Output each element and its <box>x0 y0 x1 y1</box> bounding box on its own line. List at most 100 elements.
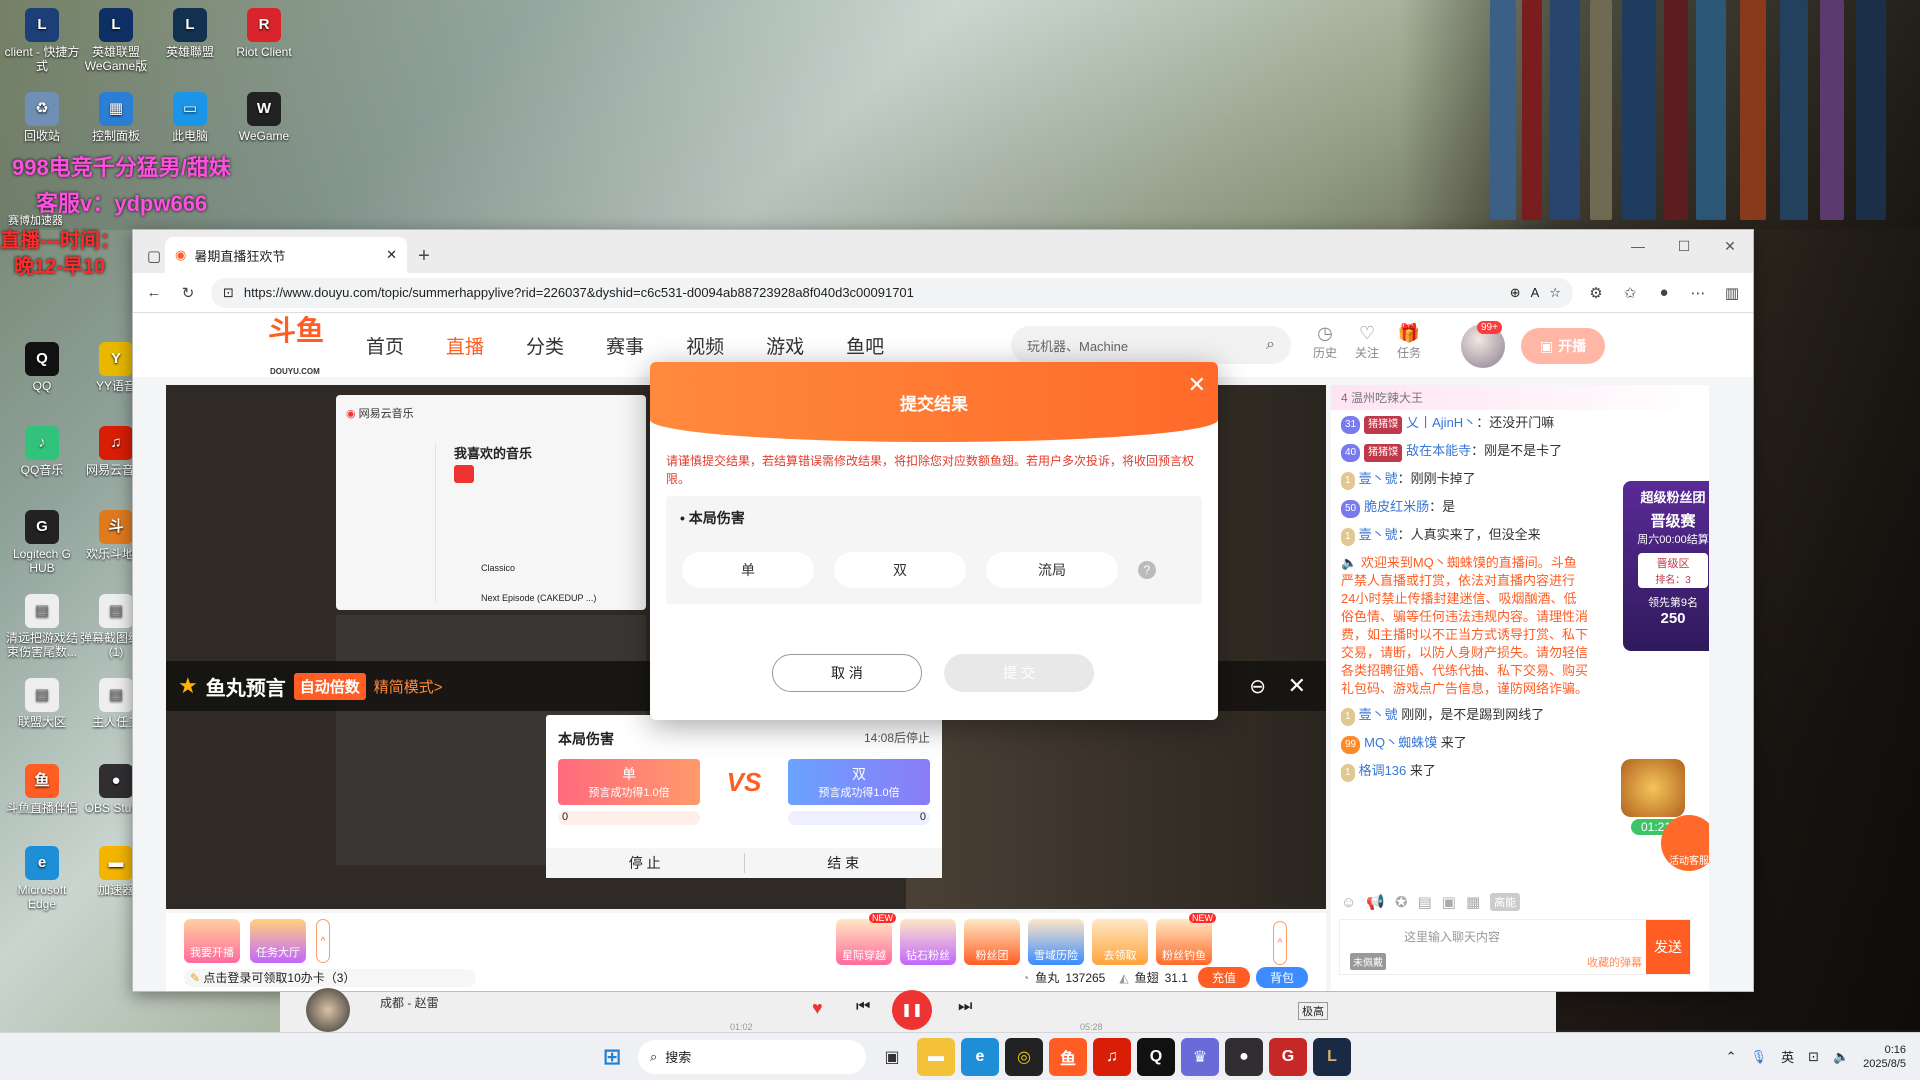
option-odd-button[interactable]: 单 预言成功得1.0倍 <box>558 759 700 805</box>
favorite-star-icon[interactable]: ☆ <box>1549 285 1561 301</box>
option-even-button[interactable]: 双 预言成功得1.0倍 <box>788 759 930 805</box>
search-icon[interactable]: ⌕ <box>1266 336 1275 354</box>
extensions-icon[interactable]: ⚙ <box>1585 282 1607 304</box>
chat-username[interactable]: 脆皮红米肠 <box>1364 499 1429 514</box>
league-icon[interactable]: L <box>1313 1037 1351 1076</box>
nav-games[interactable]: 游戏 <box>766 332 804 359</box>
desktop-icon[interactable]: W WeGame <box>226 92 302 143</box>
activity-item[interactable]: 去领取 <box>1092 919 1148 965</box>
desktop-icon[interactable]: G Logitech G HUB <box>4 510 80 575</box>
badge-icon[interactable]: ✪ <box>1395 893 1408 911</box>
desktop-icon[interactable]: L 英雄聯盟 <box>152 8 228 59</box>
high-energy-button[interactable]: 高能 <box>1490 893 1521 911</box>
chat-username[interactable]: 乂丨AjinH丶 <box>1406 415 1476 430</box>
album-art[interactable] <box>306 988 350 1032</box>
desktop-icon[interactable]: R Riot Client <box>226 8 302 59</box>
send-button[interactable]: 发送 <box>1646 920 1690 974</box>
wegame-icon[interactable]: G <box>1269 1037 1307 1076</box>
dialog-cancel-button[interactable]: 取 消 <box>772 654 922 692</box>
new-tab-button[interactable]: + <box>407 239 441 273</box>
task-button[interactable]: 🎁 任务 <box>1397 323 1421 361</box>
back-icon[interactable]: ← <box>143 282 165 304</box>
file-explorer-icon[interactable]: ▬ <box>917 1037 955 1076</box>
zoom-icon[interactable]: ⊕ <box>1510 285 1521 301</box>
service-button[interactable]: 活动客服 <box>1661 815 1709 871</box>
task-view-icon[interactable]: ▣ <box>873 1038 911 1076</box>
volume-icon[interactable]: 🔈 <box>1833 1049 1849 1065</box>
chat-username[interactable]: MQ丶蜘蛛馍 <box>1364 735 1437 750</box>
profile-icon[interactable]: ● <box>1653 282 1675 304</box>
desktop-icon[interactable]: Q QQ <box>4 342 80 393</box>
like-icon[interactable]: ♥ <box>812 998 823 1019</box>
next-icon[interactable]: ⏭ <box>958 998 972 1016</box>
desktop-icon[interactable]: ▦ 控制面板 <box>78 92 154 143</box>
expand-right-icon[interactable]: ^ <box>1273 921 1287 965</box>
tab-actions-icon[interactable]: ▢ <box>143 245 165 267</box>
site-info-icon[interactable]: ⊡ <box>223 285 234 301</box>
tray-chevron-icon[interactable]: ⌃ <box>1726 1049 1737 1065</box>
activity-item[interactable]: 雪域历险 <box>1028 919 1084 965</box>
desktop-icon[interactable]: ▭ 此电脑 <box>152 92 228 143</box>
close-tab-icon[interactable]: ✕ <box>386 247 397 263</box>
help-icon[interactable]: ? <box>1138 561 1156 579</box>
login-tip[interactable]: 点击登录可领取10办卡（3） <box>203 971 355 985</box>
nav-events[interactable]: 赛事 <box>606 332 644 359</box>
ime-indicator[interactable]: 英 <box>1781 1047 1794 1066</box>
desktop-icon[interactable]: e Microsoft Edge <box>4 846 80 911</box>
quality-button[interactable]: 极高 <box>1298 1002 1328 1020</box>
start-icon[interactable]: ⊞ <box>593 1038 631 1076</box>
chat-username[interactable]: 壹丶號 <box>1359 471 1398 486</box>
address-bar[interactable]: ⊡ https://www.douyu.com/topic/summerhapp… <box>211 277 1573 308</box>
close-window-icon[interactable]: ✕ <box>1707 230 1753 262</box>
chat-username[interactable]: 敌在本能寺 <box>1406 443 1471 458</box>
chat-username[interactable]: 壹丶號 <box>1359 707 1398 722</box>
manage-icon[interactable]: ▣ <box>1442 893 1456 911</box>
qq-icon[interactable]: Q <box>1137 1037 1175 1076</box>
nav-video[interactable]: 视频 <box>686 332 724 359</box>
refresh-icon[interactable]: ↻ <box>177 282 199 304</box>
dialog-close-icon[interactable]: ✕ <box>1188 372 1206 398</box>
start-live-button[interactable]: ▣ 开播 <box>1521 328 1605 364</box>
edge-icon[interactable]: e <box>961 1037 999 1076</box>
simple-mode-link[interactable]: 精简模式> <box>374 676 443 697</box>
sidebar-icon[interactable]: ▥ <box>1721 282 1743 304</box>
fan-icon[interactable]: ▤ <box>1418 893 1432 911</box>
start-live-action[interactable]: 我要开播 <box>184 919 240 963</box>
activity-item[interactable]: 粉丝团 <box>964 919 1020 965</box>
activity-item[interactable]: 钻石粉丝 <box>900 919 956 965</box>
dialog-option-void[interactable]: 流局 <box>986 552 1118 588</box>
douyu-companion-icon[interactable]: 鱼 <box>1049 1037 1087 1076</box>
history-button[interactable]: ◷ 历史 <box>1313 323 1337 361</box>
chat-username[interactable]: 格调136 <box>1359 763 1407 778</box>
recharge-button[interactable]: 充值 <box>1197 967 1250 988</box>
unlock-badge[interactable]: 未佩戴 <box>1340 920 1396 974</box>
dialog-option-even[interactable]: 双 <box>834 552 966 588</box>
task-hall-action[interactable]: 任务大厅 <box>250 919 306 963</box>
taskbar-search[interactable]: ⌕ 搜索 <box>638 1039 866 1074</box>
dialog-submit-button[interactable]: 提 交 <box>944 654 1094 692</box>
maximize-icon[interactable]: ☐ <box>1661 230 1707 262</box>
tab-active[interactable]: ◉ 暑期直播狂欢节 ✕ <box>165 237 407 273</box>
favorites-icon[interactable]: ✩ <box>1619 282 1641 304</box>
broadcast-icon[interactable]: 📢 <box>1366 893 1385 911</box>
settings-icon[interactable]: ⊖ <box>1249 674 1266 699</box>
end-button[interactable]: 结 束 <box>745 853 943 873</box>
desktop-icon[interactable]: ▤ 清远把游戏结束伤害尾数... <box>4 594 80 659</box>
treasure-chest-icon[interactable] <box>1621 759 1685 817</box>
nav-category[interactable]: 分类 <box>526 332 564 359</box>
network-icon[interactable]: ⊡ <box>1808 1049 1819 1065</box>
nav-live[interactable]: 直播 <box>446 332 484 359</box>
dialog-option-odd[interactable]: 单 <box>682 552 814 588</box>
game-icon[interactable]: ♛ <box>1181 1037 1219 1076</box>
nav-home[interactable]: 首页 <box>366 332 404 359</box>
view-icon[interactable]: ▦ <box>1466 893 1480 911</box>
close-prediction-icon[interactable]: ✕ <box>1288 673 1306 699</box>
stop-button[interactable]: 停 止 <box>546 853 745 873</box>
expand-left-icon[interactable]: ^ <box>316 919 330 963</box>
emoji-icon[interactable]: ☺ <box>1341 894 1356 911</box>
chat-input[interactable]: 这里输入聊天内容 收藏的弹幕 <box>1396 920 1646 974</box>
activity-item[interactable]: 星际穿越 NEW <box>836 913 896 965</box>
netease-music-icon[interactable]: ♫ <box>1093 1037 1131 1076</box>
pause-button[interactable]: ❚❚ <box>892 990 932 1030</box>
chat-username[interactable]: 壹丶號 <box>1359 527 1398 542</box>
